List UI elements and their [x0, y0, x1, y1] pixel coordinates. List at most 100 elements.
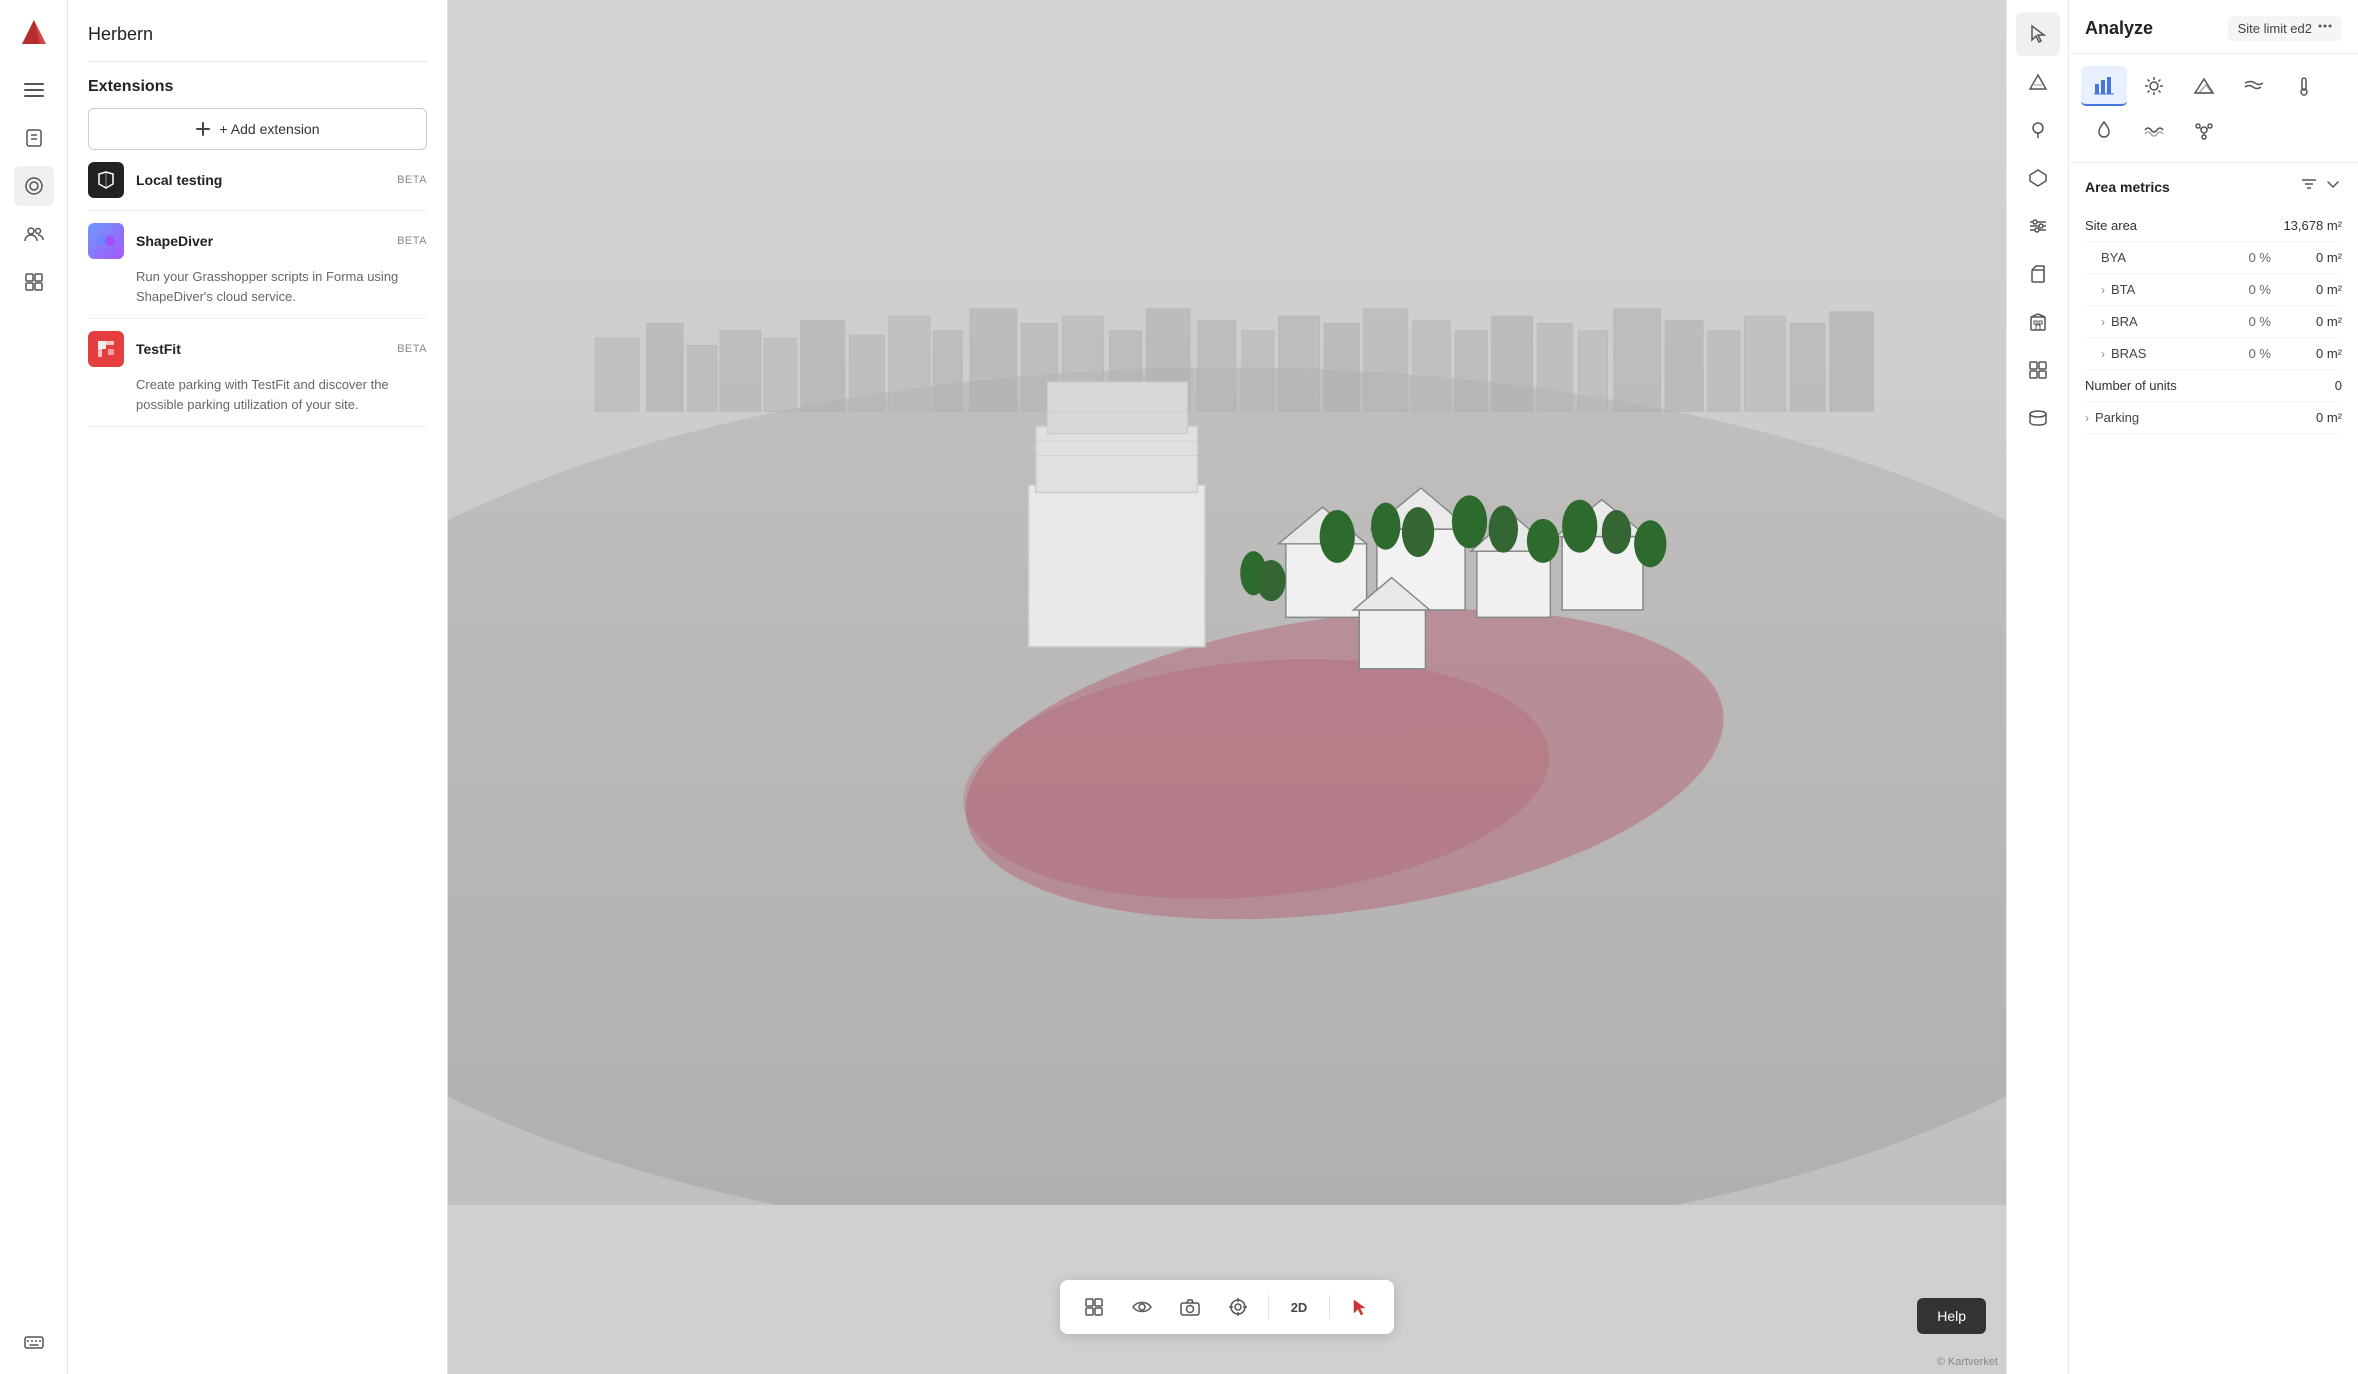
- shapediver-name: ShapeDiver: [136, 233, 385, 249]
- extension-testfit: TestFit BETA Create parking with TestFit…: [88, 319, 427, 427]
- bar-chart-tab[interactable]: [2081, 66, 2127, 106]
- users-icon[interactable]: [14, 214, 54, 254]
- testfit-icon: [88, 331, 124, 367]
- analyze-header: Analyze Site limit ed2: [2069, 0, 2358, 54]
- camera-button[interactable]: [1168, 1288, 1212, 1326]
- extension-shapediver: ShapeDiver BETA Run your Grasshopper scr…: [88, 211, 427, 319]
- bta-pct: 0 %: [2236, 282, 2271, 297]
- metrics-controls: [2300, 175, 2342, 198]
- bra-label: › BRA: [2101, 314, 2138, 329]
- analyze-icon-tabs: [2069, 54, 2358, 163]
- polygon-tool-button[interactable]: [2016, 156, 2060, 200]
- mountain-tab[interactable]: [2181, 66, 2227, 106]
- 3d-box-tool-button[interactable]: [2016, 252, 2060, 296]
- 2d-view-button[interactable]: 2D: [1277, 1288, 1321, 1326]
- parking-val: 0 m²: [2287, 410, 2342, 425]
- bra-chevron: ›: [2101, 315, 2105, 329]
- site-area-values: 13,678 m²: [2283, 218, 2342, 233]
- site-limit-badge[interactable]: Site limit ed2: [2228, 16, 2342, 41]
- metrics-expand-icon[interactable]: [2324, 175, 2342, 198]
- molecule-tab[interactable]: [2181, 110, 2227, 150]
- sliders-tool-button[interactable]: [2016, 204, 2060, 248]
- toolbar-divider: [1268, 1295, 1269, 1319]
- wind-tab[interactable]: [2231, 66, 2277, 106]
- testfit-badge: BETA: [397, 343, 427, 355]
- bta-values: 0 % 0 m²: [2236, 282, 2342, 297]
- target-button[interactable]: [1216, 1288, 1260, 1326]
- extensions-panel: Herbern Extensions + Add extension Local…: [68, 0, 448, 1374]
- right-toolbar: [2006, 0, 2068, 1374]
- terrain-tool-button[interactable]: [2016, 60, 2060, 104]
- book-icon[interactable]: [14, 118, 54, 158]
- help-button[interactable]: Help: [1917, 1298, 1986, 1334]
- kartverket-credit: © Kartverket: [1937, 1356, 1998, 1368]
- left-sidebar: [0, 0, 68, 1374]
- units-value: 0: [2335, 378, 2342, 393]
- stack-tool-button[interactable]: [2016, 396, 2060, 440]
- bta-chevron: ›: [2101, 283, 2105, 297]
- toolbar-divider-2: [1329, 1295, 1330, 1319]
- metric-row-parking[interactable]: › Parking 0 m²: [2085, 402, 2342, 434]
- sun-tab[interactable]: [2131, 66, 2177, 106]
- local-testing-icon: [88, 162, 124, 198]
- cursor-tool-button[interactable]: [2016, 12, 2060, 56]
- building-tool-button[interactable]: [2016, 300, 2060, 344]
- project-name: Herbern: [88, 24, 427, 62]
- bya-label: BYA: [2101, 250, 2126, 265]
- add-extension-button[interactable]: + Add extension: [88, 108, 427, 150]
- metric-row-site-area: Site area 13,678 m²: [2085, 210, 2342, 242]
- local-testing-badge: BETA: [397, 174, 427, 186]
- viewport-toolbar: 2D: [1060, 1280, 1394, 1334]
- metric-row-bras[interactable]: › BRAS 0 % 0 m²: [2085, 338, 2342, 370]
- bras-label: › BRAS: [2101, 346, 2146, 361]
- bra-values: 0 % 0 m²: [2236, 314, 2342, 329]
- parking-values: 0 m²: [2287, 410, 2342, 425]
- testfit-description: Create parking with TestFit and discover…: [136, 375, 427, 414]
- metric-row-bra[interactable]: › BRA 0 % 0 m²: [2085, 306, 2342, 338]
- keyboard-icon[interactable]: [14, 1322, 54, 1362]
- bra-pct: 0 %: [2236, 314, 2271, 329]
- units-label: Number of units: [2085, 378, 2177, 393]
- water-drop-tab[interactable]: [2081, 110, 2127, 150]
- grid-view-button[interactable]: [1072, 1288, 1116, 1326]
- shapediver-description: Run your Grasshopper scripts in Forma us…: [136, 267, 427, 306]
- local-testing-name: Local testing: [136, 172, 385, 188]
- eye-button[interactable]: [1120, 1288, 1164, 1326]
- extension-local-testing: Local testing BETA: [88, 150, 427, 211]
- site-limit-label: Site limit ed2: [2238, 21, 2312, 36]
- extensions-section: Extensions + Add extension Local testing…: [88, 78, 427, 427]
- testfit-name: TestFit: [136, 341, 385, 357]
- site-area-value: 13,678 m²: [2283, 218, 2342, 233]
- tree-tool-button[interactable]: [2016, 108, 2060, 152]
- metrics-filter-icon[interactable]: [2300, 175, 2318, 198]
- metric-row-bya: BYA 0 % 0 m²: [2085, 242, 2342, 274]
- bta-val: 0 m²: [2287, 282, 2342, 297]
- area-metrics-section: Area metrics Site area 13,678 m² BYA 0 %: [2069, 163, 2358, 446]
- bya-val: 0 m²: [2287, 250, 2342, 265]
- area-metrics-header: Area metrics: [2085, 175, 2342, 198]
- area-metrics-title: Area metrics: [2085, 179, 2170, 195]
- extensions-title: Extensions: [88, 78, 427, 96]
- temperature-tab[interactable]: [2281, 66, 2327, 106]
- bya-values: 0 % 0 m²: [2236, 250, 2342, 265]
- cursor-button[interactable]: [1338, 1288, 1382, 1326]
- parking-chevron: ›: [2085, 411, 2089, 425]
- bras-val: 0 m²: [2287, 346, 2342, 361]
- shapediver-icon: [88, 223, 124, 259]
- metric-row-bta[interactable]: › BTA 0 % 0 m²: [2085, 274, 2342, 306]
- analyze-panel: Analyze Site limit ed2: [2068, 0, 2358, 1374]
- blocks-tool-button[interactable]: [2016, 348, 2060, 392]
- viewport[interactable]: 2D Help © Kartverket: [448, 0, 2006, 1374]
- bras-values: 0 % 0 m²: [2236, 346, 2342, 361]
- grid-blocks-icon[interactable]: [14, 262, 54, 302]
- app-logo[interactable]: [12, 10, 56, 54]
- bras-pct: 0 %: [2236, 346, 2271, 361]
- hamburger-menu-icon[interactable]: [14, 70, 54, 110]
- site-area-label: Site area: [2085, 218, 2137, 233]
- metric-row-units: Number of units 0: [2085, 370, 2342, 402]
- bya-pct: 0 %: [2236, 250, 2271, 265]
- layers-icon[interactable]: [14, 166, 54, 206]
- wave-tab[interactable]: [2131, 110, 2177, 150]
- shapediver-badge: BETA: [397, 235, 427, 247]
- parking-label: › Parking: [2085, 410, 2139, 425]
